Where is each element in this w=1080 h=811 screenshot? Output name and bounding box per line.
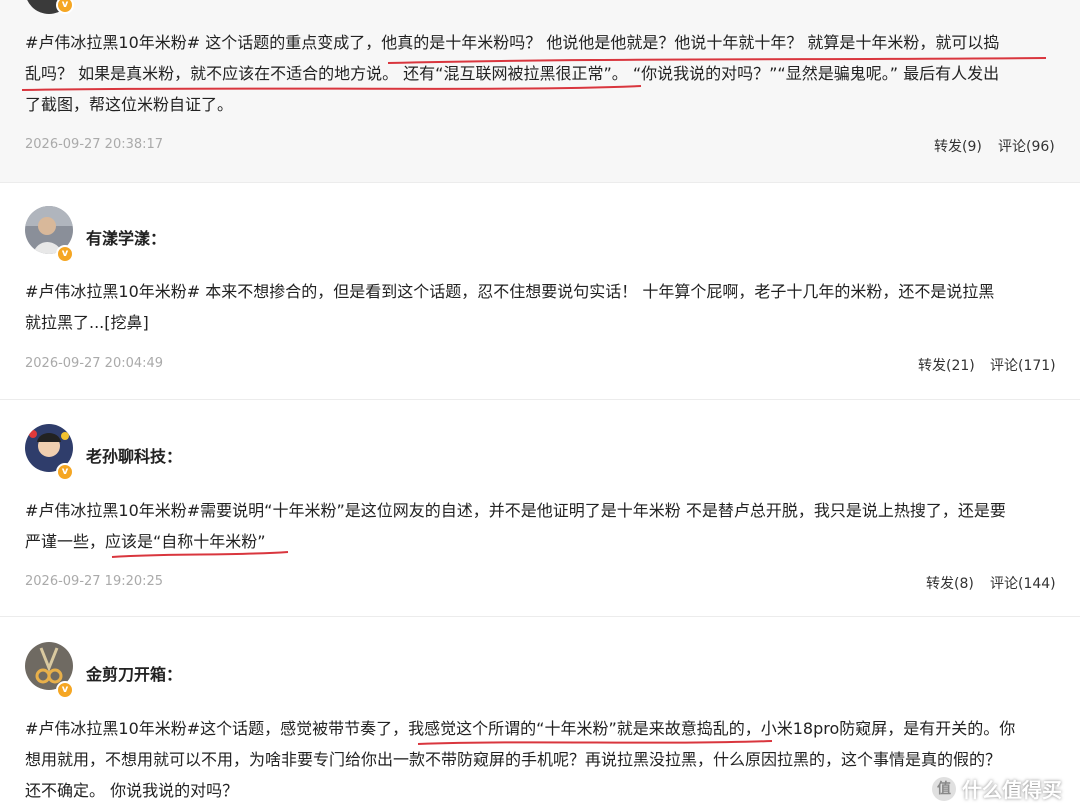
post-content: #卢伟冰拉黑10年米粉# 本来不想掺合的，但是看到这个话题，忍不住想要说句实话！… (25, 282, 995, 332)
post-card: v 有漾学漾： #卢伟冰拉黑10年米粉# 本来不想掺合的，但是看到这个话题，忍不… (0, 183, 1080, 399)
post-timestamp: 2026-09-27 20:04:49 (25, 356, 164, 371)
verified-badge-icon: v (56, 245, 74, 263)
comment-link[interactable]: 评论(96) (998, 136, 1055, 156)
repost-link[interactable]: 转发(8) (926, 573, 974, 593)
post-timestamp: 2026-09-27 20:38:17 (25, 137, 164, 152)
watermark-text: 什么值得买 (962, 778, 1062, 802)
post-card: v #卢伟冰拉黑10年米粉# 这个话题的重点变成了，他真的是十年米粉吗？ 他说他… (0, 0, 1080, 182)
watermark-logo-icon: 值 (932, 776, 956, 801)
red-underline-annotation (417, 740, 773, 745)
comment-link[interactable]: 评论(144) (990, 573, 1056, 593)
post-card: v 金剪刀开箱： #卢伟冰拉黑10年米粉#这个话题，感觉被带节奏了，我感觉这个所… (0, 617, 1080, 811)
site-watermark: 值 什么值得买 (932, 774, 1062, 803)
post-timestamp: 2026-09-27 19:20:25 (25, 574, 164, 589)
repost-link[interactable]: 转发(9) (934, 136, 982, 156)
repost-link[interactable]: 转发(21) (918, 355, 975, 375)
comment-link[interactable]: 评论(171) (990, 355, 1056, 375)
red-underline-annotation (21, 57, 1047, 91)
post-card: v 老孙聊科技： #卢伟冰拉黑10年米粉#需要说明“十年米粉”是这位网友的自述，… (0, 400, 1080, 616)
username[interactable]: 有漾学漾： (86, 225, 166, 249)
